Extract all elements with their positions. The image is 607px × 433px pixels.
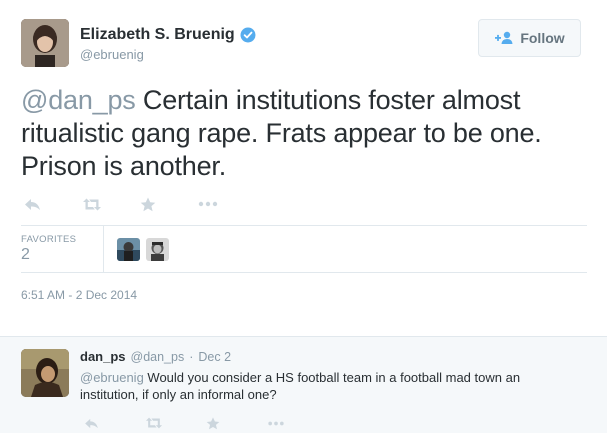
author-display-name[interactable]: Elizabeth S. Bruenig xyxy=(80,26,235,44)
tweet-timestamp[interactable]: 6:51 AM - 2 Dec 2014 xyxy=(21,288,137,302)
reply-favorite-button[interactable] xyxy=(206,415,267,431)
favorite-star-icon xyxy=(206,416,220,429)
favorites-stat[interactable]: FAVORITES 2 xyxy=(21,226,104,272)
author-avatar[interactable] xyxy=(21,19,69,67)
reply-body: Would you consider a HS football team in… xyxy=(80,370,521,402)
reply-reply-button[interactable] xyxy=(84,415,145,431)
favorite-star-icon xyxy=(140,197,156,211)
favorites-count: 2 xyxy=(21,246,30,263)
reply-author-avatar[interactable] xyxy=(21,349,69,397)
favoriter-avatar-image xyxy=(146,238,169,261)
divider-bottom xyxy=(21,272,587,273)
verified-badge-icon xyxy=(240,27,256,43)
reply-text: @ebruenig Would you consider a HS footba… xyxy=(80,369,580,403)
favoriter-avatar[interactable] xyxy=(117,238,140,261)
follow-button[interactable]: Follow xyxy=(478,19,581,57)
follow-button-label: Follow xyxy=(520,30,565,46)
tweet-text: @dan_ps Certain institutions foster almo… xyxy=(21,84,591,183)
reply-icon xyxy=(25,198,40,210)
more-dots-icon xyxy=(268,421,284,425)
author-name-row: Elizabeth S. Bruenig xyxy=(80,26,256,44)
reply-tweet: dan_ps @dan_ps · Dec 2 @ebruenig Would y… xyxy=(0,336,607,433)
reply-more-button[interactable] xyxy=(267,415,328,431)
author-handle[interactable]: @ebruenig xyxy=(80,47,144,62)
main-tweet: Elizabeth S. Bruenig @ebruenig Follow @d… xyxy=(0,0,607,336)
more-dots-icon xyxy=(198,201,218,207)
reply-author-name[interactable]: dan_ps xyxy=(80,349,126,364)
reply-author-handle[interactable]: @dan_ps xyxy=(131,350,185,364)
retweet-button[interactable] xyxy=(82,193,140,215)
reply-actions xyxy=(84,415,328,431)
reply-icon xyxy=(85,418,98,428)
favoriter-avatar-image xyxy=(117,238,140,261)
reply-date[interactable]: Dec 2 xyxy=(198,350,231,364)
reply-separator: · xyxy=(189,350,194,364)
favorited-by-list xyxy=(117,238,175,261)
reply-mention-link[interactable]: @ebruenig xyxy=(80,370,144,385)
tweet-mention-link[interactable]: @dan_ps xyxy=(21,85,136,115)
reply-retweet-button[interactable] xyxy=(145,415,206,431)
retweet-icon xyxy=(83,198,101,210)
tweet-stats: FAVORITES 2 xyxy=(21,226,587,272)
favoriter-avatar[interactable] xyxy=(146,238,169,261)
reply-button[interactable] xyxy=(24,193,82,215)
reply-header: dan_ps @dan_ps · Dec 2 xyxy=(80,349,231,364)
favorites-label: FAVORITES xyxy=(21,234,77,245)
reply-avatar-image xyxy=(21,349,69,397)
more-button[interactable] xyxy=(198,193,256,215)
person-add-icon xyxy=(495,31,513,44)
tweet-actions xyxy=(24,193,256,215)
retweet-icon xyxy=(145,417,163,429)
favorite-button[interactable] xyxy=(140,193,198,215)
author-avatar-image xyxy=(21,19,69,67)
